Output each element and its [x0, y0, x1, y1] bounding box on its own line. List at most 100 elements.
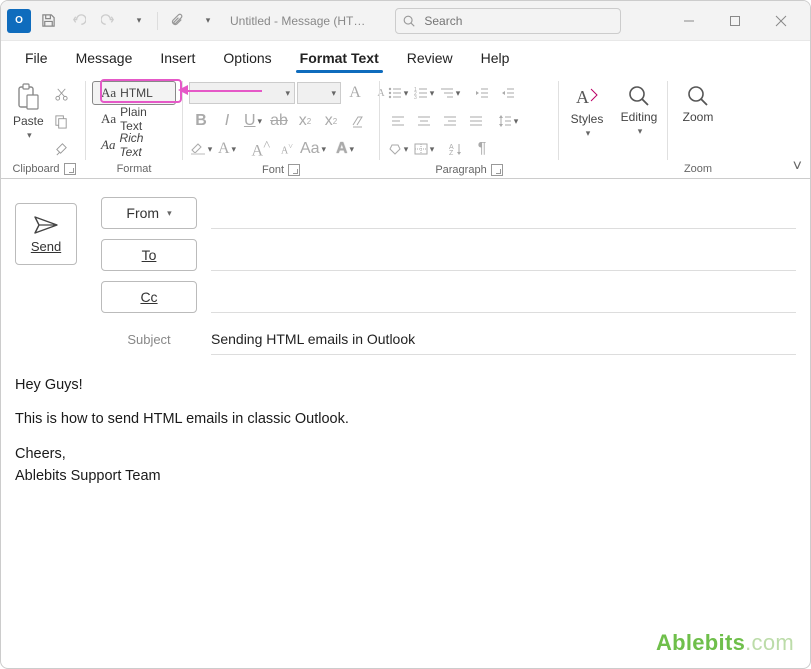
menu-message[interactable]: Message: [62, 44, 147, 72]
underline-icon[interactable]: U▾: [241, 109, 265, 133]
multilevel-icon[interactable]: ▾: [438, 81, 462, 105]
ribbon: Paste▾ Clipboard AaHTML AaPlain Text AaR…: [1, 75, 810, 179]
strikethrough-icon[interactable]: ab: [267, 109, 291, 133]
svg-text:Z: Z: [449, 150, 454, 155]
cut-icon[interactable]: [50, 82, 74, 106]
ribbon-editing: Editing▾: [613, 77, 665, 178]
text-effects-icon[interactable]: A▾: [333, 137, 357, 161]
menu-review[interactable]: Review: [393, 44, 467, 72]
qat-more-icon[interactable]: ▾: [125, 8, 151, 34]
ribbon-group-clipboard: Paste▾ Clipboard: [5, 77, 83, 178]
ribbon-group-font: ▾ ▾ A A B I U▾ ab x2 x2: [185, 77, 377, 178]
align-right-icon[interactable]: [438, 109, 462, 133]
to-field[interactable]: [211, 239, 796, 271]
format-rich-button[interactable]: AaRich Text: [92, 133, 176, 157]
clipboard-launcher[interactable]: [64, 163, 76, 175]
window-title: Untitled - Message (HT…: [230, 14, 365, 28]
shrink-font-icon[interactable]: A˅: [275, 137, 299, 161]
menu-help[interactable]: Help: [467, 44, 524, 72]
menubar: File Message Insert Options Format Text …: [1, 41, 810, 75]
subscript-icon[interactable]: x2: [293, 109, 317, 133]
borders-icon[interactable]: ▾: [412, 137, 436, 161]
minimize-button[interactable]: [666, 6, 712, 36]
numbering-icon[interactable]: 123▾: [412, 81, 436, 105]
bullets-icon[interactable]: ▾: [386, 81, 410, 105]
titlebar: O ▾ ▾ Untitled - Message (HT…: [1, 1, 810, 41]
ribbon-divider: [667, 81, 668, 160]
undo-icon[interactable]: [65, 8, 91, 34]
menu-file[interactable]: File: [11, 44, 62, 72]
search-box[interactable]: [395, 8, 621, 34]
align-left-icon[interactable]: [386, 109, 410, 133]
sort-icon[interactable]: AZ: [444, 137, 468, 161]
align-center-icon[interactable]: [412, 109, 436, 133]
italic-icon[interactable]: I: [215, 109, 239, 133]
bold-icon[interactable]: B: [189, 109, 213, 133]
close-button[interactable]: [758, 6, 804, 36]
highlight-icon[interactable]: ▾: [189, 137, 213, 161]
menu-format-text[interactable]: Format Text: [286, 44, 393, 72]
compose-area: Send From▾ To Cc Subject Sending HTML em…: [1, 179, 810, 668]
show-marks-icon[interactable]: ¶: [470, 137, 494, 161]
ribbon-divider: [558, 81, 559, 160]
ribbon-divider: [182, 81, 183, 160]
paste-icon: [15, 83, 41, 113]
watermark: Ablebits.com: [656, 630, 794, 656]
outlook-app-icon: O: [7, 9, 31, 33]
attach-icon[interactable]: [164, 8, 190, 34]
search-input[interactable]: [422, 13, 620, 29]
search-icon: [402, 14, 416, 28]
maximize-button[interactable]: [712, 6, 758, 36]
send-button[interactable]: Send: [15, 203, 77, 265]
copy-icon[interactable]: [50, 109, 74, 133]
outlook-compose-window: O ▾ ▾ Untitled - Message (HT… File Messa…: [0, 0, 811, 669]
decrease-indent-icon[interactable]: [470, 81, 494, 105]
svg-text:3: 3: [414, 95, 417, 99]
format-html-button[interactable]: AaHTML: [92, 81, 176, 105]
to-button[interactable]: To: [101, 239, 197, 271]
menu-insert[interactable]: Insert: [146, 44, 209, 72]
ribbon-styles: A Styles▾: [561, 77, 613, 178]
ribbon-group-format: AaHTML AaPlain Text AaRich Text Format: [88, 77, 180, 178]
increase-indent-icon[interactable]: [496, 81, 520, 105]
group-label-zoom: Zoom: [684, 163, 712, 175]
window-controls: [666, 6, 804, 36]
editing-button[interactable]: Editing▾: [617, 79, 662, 141]
change-case-icon[interactable]: Aa▾: [301, 137, 325, 161]
qat-customize-icon[interactable]: ▾: [194, 8, 220, 34]
styles-button[interactable]: A Styles▾: [567, 79, 608, 143]
ribbon-group-paragraph: ▾ 123▾ ▾ ▾: [382, 77, 556, 178]
font-size-combo[interactable]: ▾: [297, 82, 341, 104]
grow-font-icon[interactable]: A˄: [249, 137, 273, 161]
zoom-button[interactable]: Zoom: [679, 79, 718, 128]
font-launcher[interactable]: [288, 164, 300, 176]
menu-options[interactable]: Options: [209, 44, 285, 72]
body-line: This is how to send HTML emails in class…: [15, 409, 796, 429]
cc-field[interactable]: [211, 281, 796, 313]
justify-icon[interactable]: [464, 109, 488, 133]
font-family-combo[interactable]: ▾: [189, 82, 295, 104]
line-spacing-icon[interactable]: ▾: [496, 109, 520, 133]
format-painter-icon[interactable]: [50, 136, 74, 160]
superscript-icon[interactable]: x2: [319, 109, 343, 133]
collapse-ribbon-icon[interactable]: ˅: [793, 158, 802, 176]
paragraph-launcher[interactable]: [491, 164, 503, 176]
cc-button[interactable]: Cc: [101, 281, 197, 313]
group-label-font: Font: [262, 164, 284, 176]
clear-formatting-icon[interactable]: [345, 109, 369, 133]
group-label-format: Format: [117, 163, 152, 175]
shading-icon[interactable]: ▾: [386, 137, 410, 161]
font-color-icon[interactable]: A▾: [215, 137, 239, 161]
from-field[interactable]: [211, 197, 796, 229]
save-icon[interactable]: [35, 8, 61, 34]
svg-text:A: A: [576, 87, 589, 107]
message-body[interactable]: Hey Guys! This is how to send HTML email…: [15, 375, 796, 500]
redo-icon[interactable]: [95, 8, 121, 34]
increase-font-icon[interactable]: A: [343, 81, 367, 105]
from-button[interactable]: From▾: [101, 197, 197, 229]
subject-field[interactable]: Sending HTML emails in Outlook: [211, 323, 796, 355]
body-line: Ablebits Support Team: [15, 466, 796, 486]
paste-button[interactable]: Paste▾: [9, 79, 48, 145]
format-plain-button[interactable]: AaPlain Text: [92, 107, 176, 131]
group-label-paragraph: Paragraph: [435, 164, 486, 176]
